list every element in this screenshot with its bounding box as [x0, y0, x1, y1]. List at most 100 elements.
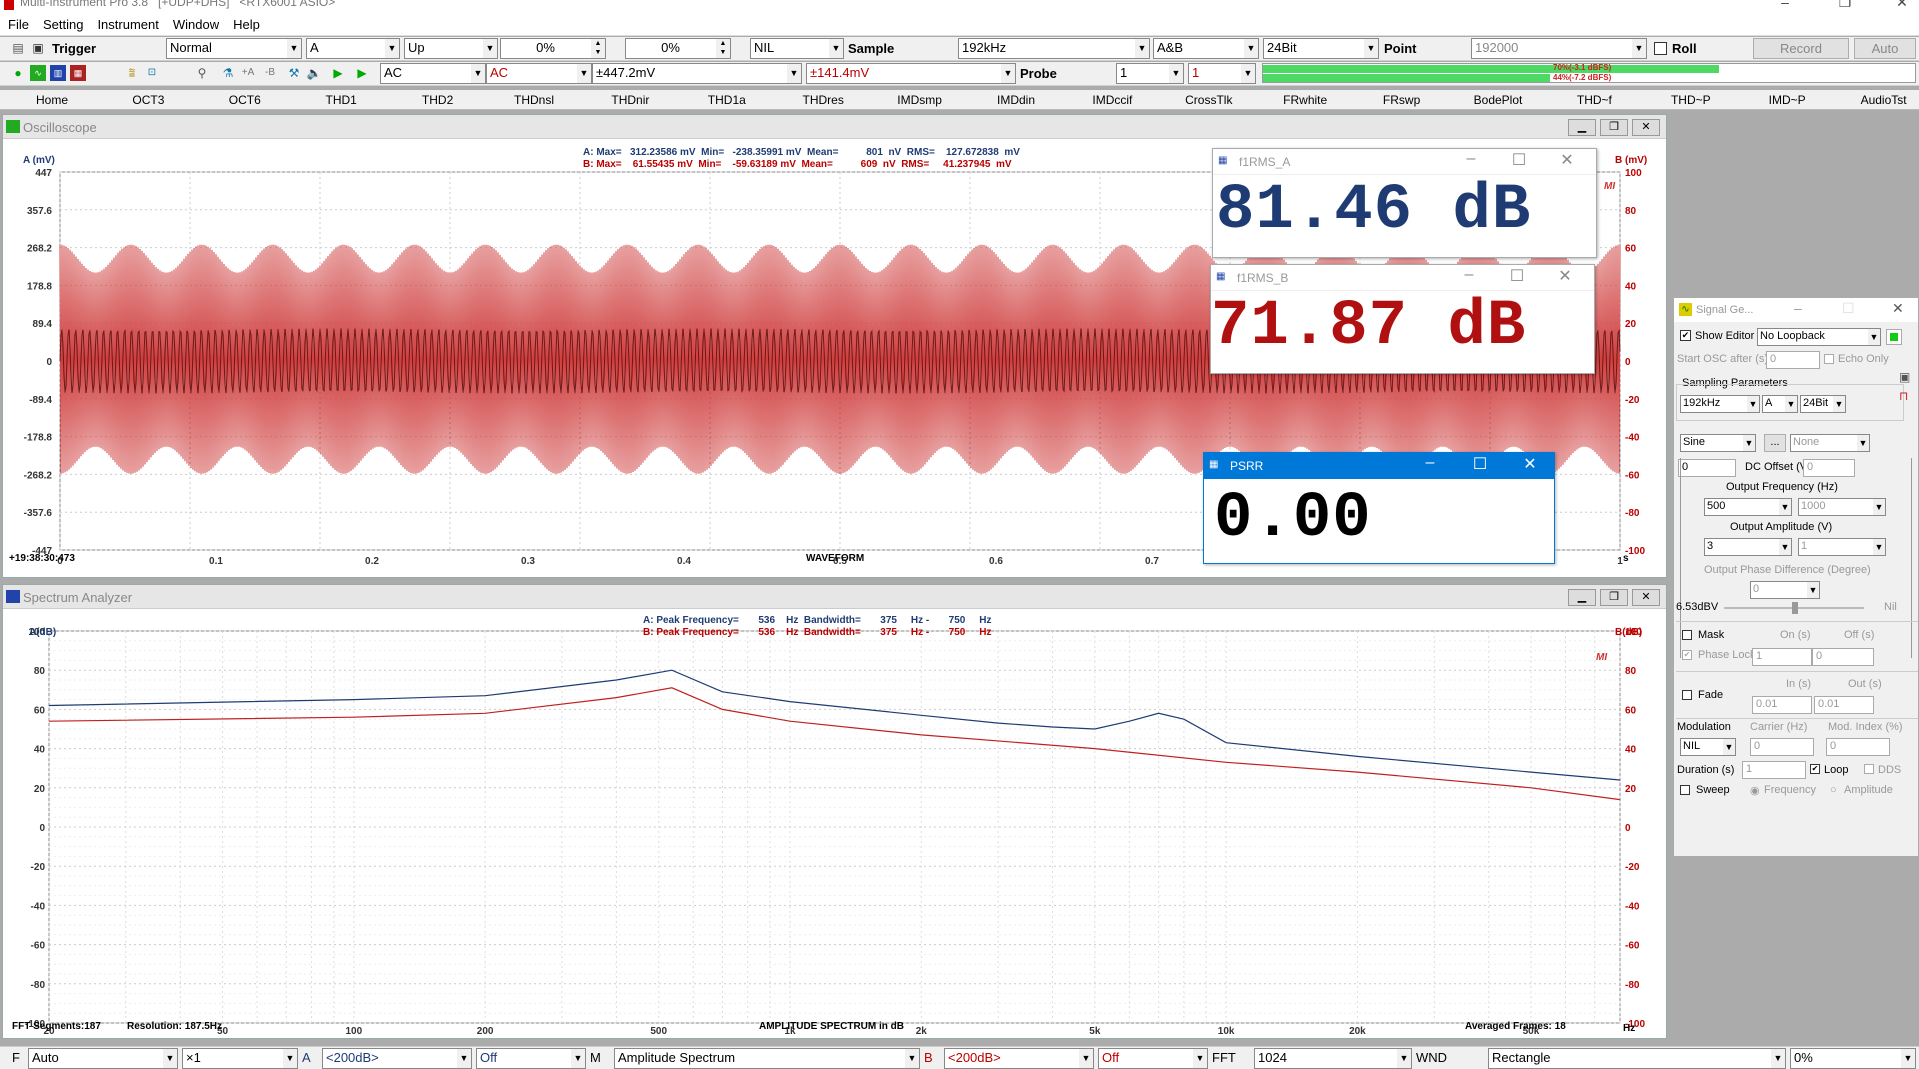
tab-thd2[interactable]: THD2 — [422, 93, 453, 107]
modulation-select[interactable]: NIL ▼ — [1680, 738, 1736, 756]
sweep-icon[interactable]: ⊓ — [1899, 389, 1913, 403]
close-icon[interactable]: ✕ — [1551, 150, 1583, 170]
tab-audiotst[interactable]: AudioTst — [1861, 93, 1907, 107]
level-slider-thumb[interactable] — [1792, 602, 1798, 614]
tab-thdnir[interactable]: THDnir — [611, 93, 649, 107]
generator-icon[interactable]: ⚗ — [220, 65, 236, 81]
spectrum-plot[interactable]: 100 10080 8060 6040 4020 200 0-20 -20-40 -40-60-… — [3, 609, 1666, 1038]
sweep-amplitude-radio[interactable]: ○ — [1830, 784, 1837, 796]
freq-a-select[interactable]: 500 ▼ — [1704, 498, 1792, 516]
oscilloscope-icon[interactable]: ∿ — [30, 65, 46, 81]
loopback-select[interactable]: No Loopback ▼ — [1757, 328, 1881, 346]
points-select[interactable]: 192000 ▼ — [1471, 38, 1647, 59]
dc-offset-a-input[interactable]: 0 — [1678, 459, 1736, 477]
tab-crosstlk[interactable]: CrossTlk — [1185, 93, 1232, 107]
sample-rate-select[interactable]: 192kHz ▼ — [958, 38, 1150, 59]
probe-icon[interactable]: ⚒ — [286, 65, 302, 81]
sub-b-icon[interactable]: -B — [262, 65, 278, 81]
waveform-select[interactable]: Sine ▼ — [1680, 434, 1756, 452]
channels-select[interactable]: A&B ▼ — [1153, 38, 1259, 59]
minimize-button[interactable]: – — [1770, 0, 1800, 10]
trigger-delay-spinner[interactable]: 0% ▲ ▼ — [625, 38, 731, 59]
mod-index-input[interactable]: 0 — [1826, 738, 1890, 756]
pin-icon[interactable]: ▤ — [10, 40, 26, 56]
spectrogram-icon[interactable]: ▦ — [70, 65, 86, 81]
mask-on-input[interactable]: 1 — [1752, 648, 1812, 666]
panel-minimize-button[interactable]: ▁ — [1568, 589, 1596, 606]
window-function-select[interactable]: Rectangle ▼ — [1488, 1048, 1786, 1069]
freq-axis-select[interactable]: Auto ▼ — [28, 1048, 178, 1069]
probe-a-select[interactable]: 1 ▼ — [1116, 63, 1184, 84]
trigger-source-select[interactable]: NIL ▼ — [750, 38, 844, 59]
zoom-icon[interactable]: ⚲ — [194, 65, 210, 81]
trigger-level-spinner[interactable]: 0% ▲ ▼ — [500, 38, 606, 59]
b-off-select[interactable]: Off ▼ — [1098, 1048, 1208, 1069]
menu-file[interactable]: File — [0, 14, 35, 32]
minimize-icon[interactable]: – — [1794, 300, 1802, 316]
roll-checkbox[interactable] — [1654, 42, 1667, 55]
run-indicator-icon[interactable]: ● — [10, 65, 26, 81]
mask-checkbox[interactable] — [1682, 630, 1692, 640]
fft-size-select[interactable]: 1024 ▼ — [1254, 1048, 1412, 1069]
dc-offset-b-input[interactable]: 0 — [1803, 459, 1855, 477]
range-b-select[interactable]: ±141.4mV ▼ — [806, 63, 1016, 84]
save-icon[interactable]: ▣ — [1899, 370, 1913, 384]
tab-home[interactable]: Home — [36, 93, 68, 107]
maximize-icon[interactable]: ☐ — [1464, 454, 1496, 474]
tab-frwhite[interactable]: FRwhite — [1283, 93, 1327, 107]
waveform-edit-button[interactable]: ... — [1764, 434, 1786, 452]
tab-oct3[interactable]: OCT3 — [132, 93, 164, 107]
panel-restore-button[interactable]: ❐ — [1600, 589, 1628, 606]
siggen-bits-select[interactable]: 24Bit ▼ — [1800, 395, 1846, 413]
range-a-select[interactable]: ±447.2mV ▼ — [592, 63, 802, 84]
speaker-icon[interactable]: 🔈 — [306, 65, 322, 81]
tab-imdccif[interactable]: IMDccif — [1092, 93, 1132, 107]
freq-b-select[interactable]: 1000 ▼ — [1798, 498, 1886, 516]
tab-thdres[interactable]: THDres — [803, 93, 844, 107]
coupling-b-select[interactable]: AC ▼ — [486, 63, 592, 84]
menu-instrument[interactable]: Instrument — [89, 14, 164, 32]
coupling-a-select[interactable]: AC ▼ — [380, 63, 486, 84]
maximize-icon[interactable]: ☐ — [1501, 266, 1533, 286]
maximize-icon[interactable]: ☐ — [1503, 150, 1535, 170]
tab-imddin[interactable]: IMDdin — [997, 93, 1035, 107]
close-window-button[interactable]: ✕ — [1887, 0, 1917, 11]
tab-thd1a[interactable]: THD1a — [708, 93, 746, 107]
secondary-wave-select[interactable]: None ▼ — [1790, 434, 1870, 452]
trigger-mode-select[interactable]: Normal ▼ — [166, 38, 302, 59]
maximize-icon[interactable]: ☐ — [1842, 300, 1855, 317]
trigger-edge-select[interactable]: Up ▼ — [404, 38, 498, 59]
measurement-mode-select[interactable]: Amplitude Spectrum ▼ — [614, 1048, 920, 1069]
minimize-icon[interactable]: – — [1414, 454, 1446, 472]
duration-input[interactable]: 1 — [1742, 761, 1806, 779]
zoom-select[interactable]: ×1 ▼ — [182, 1048, 298, 1069]
record-button[interactable]: Record — [1753, 38, 1849, 59]
siggen-rate-select[interactable]: 192kHz ▼ — [1680, 395, 1760, 413]
close-icon[interactable]: ✕ — [1514, 454, 1546, 474]
bits-select[interactable]: 24Bit ▼ — [1263, 38, 1379, 59]
phase-lock-checkbox[interactable]: ✔ — [1682, 650, 1692, 660]
tab-imd-p[interactable]: IMD~P — [1769, 93, 1806, 107]
show-editor-checkbox[interactable]: ✔ — [1680, 330, 1691, 341]
panel-restore-button[interactable]: ❐ — [1600, 119, 1628, 136]
fade-in-input[interactable]: 0.01 — [1752, 696, 1812, 714]
maximize-button[interactable]: ❐ — [1830, 0, 1860, 11]
amp-b-slider[interactable] — [1906, 458, 1912, 658]
close-icon[interactable]: ✕ — [1549, 266, 1581, 286]
amp-a-select[interactable]: 3 ▼ — [1704, 538, 1792, 556]
level-slider[interactable] — [1724, 602, 1864, 614]
tab-thd1[interactable]: THD1 — [326, 93, 357, 107]
trigger-channel-select[interactable]: A ▼ — [306, 38, 400, 59]
spinner-icon[interactable]: ▲ ▼ — [716, 39, 730, 58]
a-off-select[interactable]: Off ▼ — [476, 1048, 586, 1069]
tab-bodeplot[interactable]: BodePlot — [1474, 93, 1523, 107]
spectrum-icon[interactable]: ▥ — [50, 65, 66, 81]
loop-checkbox[interactable]: ✔ — [1810, 764, 1820, 774]
b-floor-select[interactable]: <200dB> ▼ — [944, 1048, 1094, 1069]
tab-imdsmp[interactable]: IMDsmp — [897, 93, 942, 107]
overlap-select[interactable]: 0% ▼ — [1790, 1048, 1916, 1069]
save-icon[interactable]: ▣ — [30, 40, 46, 56]
close-icon[interactable]: ✕ — [1892, 300, 1904, 317]
echo-only-checkbox[interactable] — [1824, 354, 1834, 364]
tab-thdnsl[interactable]: THDnsl — [514, 93, 554, 107]
